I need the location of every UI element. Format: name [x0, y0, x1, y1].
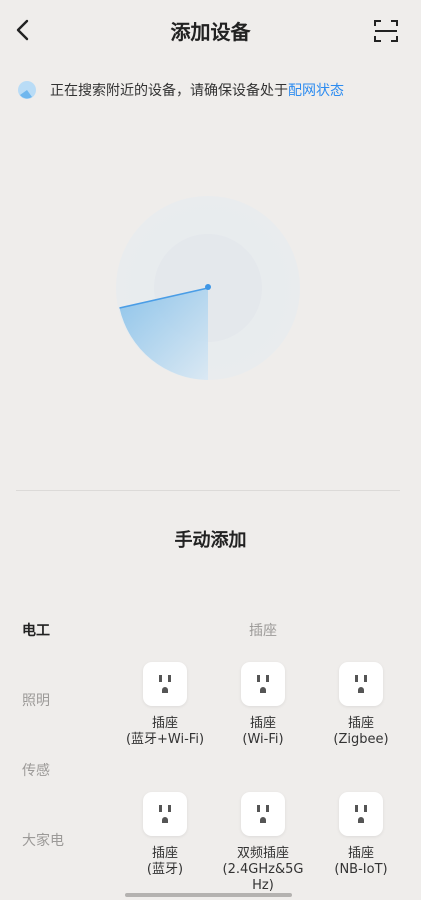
device-name: 插座	[151, 846, 178, 861]
device-type: (NB-IoT)	[334, 862, 388, 877]
device-type: (蓝牙+Wi-Fi)	[125, 732, 205, 747]
scan-icon[interactable]	[373, 18, 399, 44]
device-type: (Zigbee)	[333, 732, 389, 747]
page-title: 添加设备	[170, 20, 251, 44]
category-sensors[interactable]: 传感	[22, 760, 82, 780]
device-name: 插座	[151, 716, 178, 731]
search-tip-text: 正在搜索附近的设备，请确保设备处于	[50, 83, 288, 99]
socket-icon	[143, 662, 187, 706]
category-lighting[interactable]: 照明	[22, 690, 82, 710]
socket-icon	[241, 792, 285, 836]
device-name: 插座	[249, 716, 276, 731]
socket-icon	[339, 792, 383, 836]
device-socket-bt-wifi[interactable]: 插座 (蓝牙+Wi-Fi)	[115, 662, 215, 748]
device-type-cont: Hz)	[252, 878, 274, 893]
device-socket-bt[interactable]: 插座 (蓝牙)	[115, 792, 215, 878]
section-title: 插座	[249, 623, 277, 639]
socket-icon	[143, 792, 187, 836]
device-name: 插座	[347, 716, 374, 731]
manual-add-title: 手动添加	[174, 530, 247, 551]
home-indicator[interactable]	[125, 893, 292, 897]
device-dual-band-socket[interactable]: 双频插座 (2.4GHz&5G Hz)	[213, 792, 313, 894]
device-socket-nbiot[interactable]: 插座 (NB-IoT)	[311, 792, 411, 878]
searching-icon	[18, 81, 36, 99]
socket-icon	[241, 662, 285, 706]
network-mode-link[interactable]: 配网状态	[288, 80, 344, 100]
search-tip: 正在搜索附近的设备，请确保设备处于 配网状态	[18, 80, 344, 100]
device-type: (蓝牙)	[146, 862, 184, 877]
header: 添加设备	[0, 0, 421, 62]
category-electrician[interactable]: 电工	[22, 620, 82, 640]
radar-scan-graphic	[116, 196, 300, 380]
socket-icon	[339, 662, 383, 706]
device-socket-wifi[interactable]: 插座 (Wi-Fi)	[213, 662, 313, 748]
divider	[16, 490, 400, 491]
category-major-appliances[interactable]: 大家电	[22, 830, 82, 850]
device-type: (2.4GHz&5G	[222, 862, 304, 877]
device-name: 插座	[347, 846, 374, 861]
device-name: 双频插座	[236, 846, 289, 861]
device-type: (Wi-Fi)	[242, 732, 284, 747]
device-socket-zigbee[interactable]: 插座 (Zigbee)	[311, 662, 411, 748]
